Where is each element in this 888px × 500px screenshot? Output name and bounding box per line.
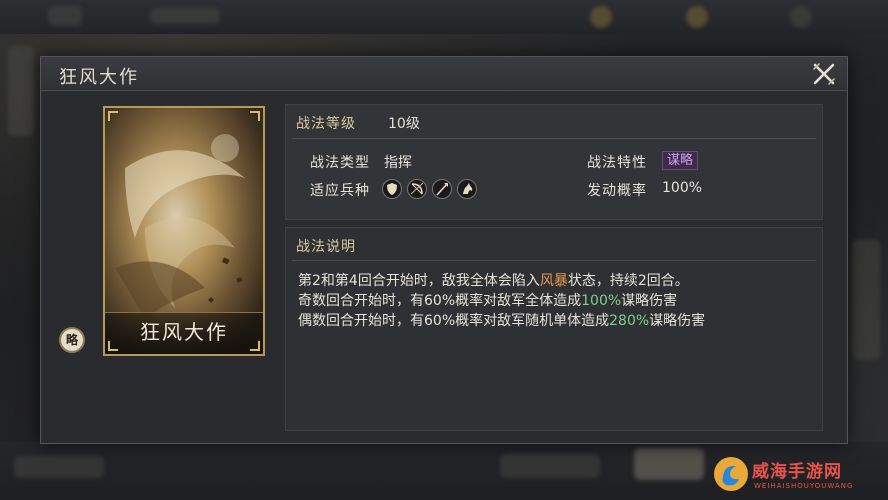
- desc-highlight: 风暴: [539, 273, 568, 289]
- bottom-button: [634, 448, 704, 480]
- desc-text: 状态，持续2回合。: [567, 273, 689, 289]
- description-title: 战法说明: [296, 239, 356, 255]
- desc-text: 第2和第4回合开始时，敌我全体会陷入: [298, 273, 540, 289]
- gem-icon: [686, 6, 708, 28]
- desc-text: 奇数回合开始时，有60%概率对敌军全体造成: [298, 293, 582, 309]
- card-corner: [250, 341, 260, 351]
- panel-divider: [292, 138, 816, 139]
- settings-icon: [790, 6, 812, 28]
- side-panel: [852, 240, 880, 360]
- desc-highlight: 100%: [581, 293, 622, 309]
- type-value: 指挥: [384, 155, 412, 171]
- bottom-slot: [500, 454, 600, 478]
- desc-highlight: 280%: [609, 313, 650, 329]
- chance-value: 100%: [662, 180, 703, 196]
- type-label: 战法类型: [310, 155, 370, 171]
- close-button[interactable]: [811, 61, 837, 87]
- desc-text: 偶数回合开始时，有60%概率对敌军随机单体造成: [298, 313, 610, 329]
- card-name: 狂风大作: [140, 320, 228, 344]
- spear-icon: [432, 179, 452, 199]
- desc-text: 谋略伤害: [621, 293, 678, 309]
- desc-text: 谋略伤害: [649, 313, 706, 329]
- description-line-3: 偶数回合开始时，有60%概率对敌军随机单体造成280%谋略伤害: [298, 310, 705, 330]
- watermark-text: 威海手游网: [752, 462, 842, 482]
- shield-icon: [382, 179, 402, 199]
- card-corner: [108, 341, 118, 351]
- side-panel: [8, 46, 34, 136]
- bow-icon: [407, 179, 427, 199]
- trait-badge: 谋略: [662, 151, 699, 170]
- chance-label: 发动概率: [587, 183, 647, 199]
- close-icon[interactable]: [811, 61, 837, 87]
- tactic-card: 狂风大作: [103, 106, 265, 356]
- description-line-2: 奇数回合开始时，有60%概率对敌军全体造成100%谋略伤害: [298, 290, 677, 310]
- card-corner: [250, 111, 260, 121]
- tactic-detail-dialog: 狂风大作 狂风大作 略 战法等级 10级 战法类型 指挥 战法特性 谋略 适应兵…: [40, 56, 848, 444]
- description-line-1: 第2和第4回合开始时，敌我全体会陷入风暴状态，持续2回合。: [298, 270, 689, 290]
- coin-icon: [590, 6, 612, 28]
- trait-label: 战法特性: [587, 155, 647, 171]
- card-corner: [108, 111, 118, 121]
- strategy-type-badge: 略: [59, 327, 85, 353]
- horse-icon: [457, 179, 477, 199]
- level-label: 战法等级: [296, 116, 356, 132]
- top-resource-bar: [0, 0, 888, 34]
- dialog-title: 狂风大作: [59, 67, 139, 88]
- bottom-slot: [14, 456, 104, 478]
- panel-divider: [292, 260, 816, 261]
- watermark-subtext: WEIHAISHOUYOUWANG: [754, 482, 854, 490]
- attributes-panel: 战法等级 10级 战法类型 指挥 战法特性 谋略 适应兵种 发动概率 100%: [285, 104, 823, 220]
- resource-slot: [150, 8, 220, 24]
- description-panel: 战法说明 第2和第4回合开始时，敌我全体会陷入风暴状态，持续2回合。 奇数回合开…: [285, 227, 823, 431]
- watermark-logo-icon: [714, 457, 748, 491]
- resource-slot: [48, 6, 82, 26]
- units-label: 适应兵种: [310, 183, 370, 199]
- level-value: 10级: [388, 116, 420, 132]
- dialog-header: 狂风大作: [41, 57, 847, 91]
